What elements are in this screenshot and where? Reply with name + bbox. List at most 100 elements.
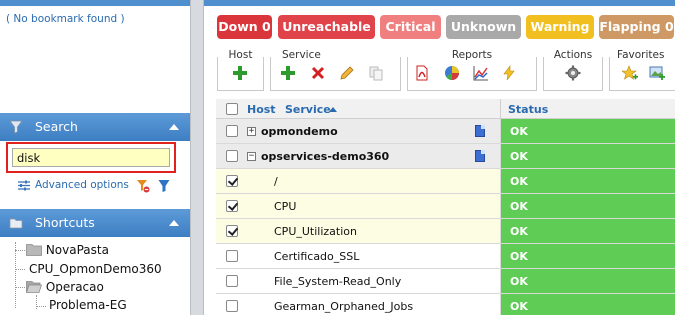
shortcuts-panel-header[interactable]: Shortcuts: [0, 209, 190, 237]
search-panel-title: Search: [35, 119, 78, 134]
row-checkbox[interactable]: [226, 150, 238, 162]
clear-filter-icon[interactable]: [136, 179, 150, 193]
add-icon: [233, 66, 247, 80]
toolbar-group-label: Reports: [451, 49, 493, 61]
flapping-badge[interactable]: Flapping 0: [599, 15, 674, 39]
critical-badge[interactable]: Critical 0: [380, 15, 441, 58]
status-text: OK: [510, 300, 528, 313]
line-chart-icon: [473, 66, 488, 81]
lightning-icon: [503, 65, 515, 81]
service-row[interactable]: Gearman_Orphaned_Jobs OK: [216, 294, 675, 315]
toolbar-group-actions: Actions: [543, 47, 603, 92]
service-row[interactable]: File_System-Read_Only OK: [216, 269, 675, 294]
toolbar-group-label: Favorites: [617, 49, 665, 61]
service-row[interactable]: Certificado_SSL OK: [216, 244, 675, 269]
flapping-badge-label: Flapping 0: [599, 19, 674, 34]
status-cell: OK: [501, 119, 675, 143]
advanced-options-row: Advanced options: [18, 178, 183, 194]
expand-toggle-icon[interactable]: +: [247, 127, 256, 136]
service-row[interactable]: / OK: [216, 169, 675, 194]
unknown-badge[interactable]: Unknown 0: [446, 15, 521, 58]
search-input[interactable]: [12, 148, 170, 167]
toolbar-group-label: Service: [282, 49, 321, 61]
add-favorite-image-button[interactable]: [647, 63, 667, 83]
tree-node-novapasta[interactable]: NovaPasta: [26, 243, 109, 257]
column-header-status[interactable]: Status: [508, 103, 548, 116]
host-notes-icon[interactable]: [475, 150, 485, 162]
column-header-host[interactable]: Host: [247, 103, 276, 116]
host-group-row[interactable]: + opmondemo OK: [216, 119, 675, 144]
down-badge[interactable]: Down 0: [217, 15, 272, 39]
add-host-button[interactable]: [230, 63, 250, 83]
edit-service-button[interactable]: [337, 63, 357, 83]
tree-node-label: CPU_OpmonDemo360: [29, 262, 162, 276]
column-header-service[interactable]: Service: [285, 103, 331, 116]
row-checkbox[interactable]: [226, 200, 238, 212]
advanced-options-link[interactable]: Advanced options: [35, 179, 129, 191]
tree-line: [15, 269, 25, 270]
delete-service-button[interactable]: [308, 63, 328, 83]
select-all-checkbox[interactable]: [226, 103, 238, 115]
row-checkbox[interactable]: [226, 225, 238, 237]
service-name: /: [274, 175, 278, 188]
host-group-row[interactable]: − opservices-demo360 OK: [216, 144, 675, 169]
row-checkbox[interactable]: [226, 300, 238, 312]
row-checkbox[interactable]: [226, 175, 238, 187]
column-divider: [500, 99, 501, 119]
host-notes-icon[interactable]: [475, 125, 485, 137]
line-chart-report-button[interactable]: [471, 63, 491, 83]
status-cell: OK: [501, 294, 675, 315]
status-cell: OK: [501, 269, 675, 293]
bookmarks-panel-header: [0, 0, 190, 6]
star-add-icon: [622, 65, 638, 80]
status-cell: OK: [501, 244, 675, 268]
lightning-report-button[interactable]: [499, 63, 519, 83]
status-text: OK: [510, 275, 528, 288]
shortcuts-folder-icon: [9, 218, 23, 229]
tree-node-problema-eg[interactable]: Problema-EG: [49, 298, 127, 312]
toolbar-group-label: Host: [228, 49, 253, 61]
tree-node-label: Problema-EG: [49, 298, 127, 312]
status-text: OK: [510, 150, 528, 163]
row-checkbox[interactable]: [226, 250, 238, 262]
no-bookmark-text: ( No bookmark found ): [6, 13, 125, 25]
row-checkbox[interactable]: [226, 125, 238, 137]
collapse-toggle-icon[interactable]: −: [247, 152, 256, 161]
add-favorite-button[interactable]: [620, 63, 640, 83]
toolbar-group-reports: Reports: [407, 47, 537, 92]
search-panel-header[interactable]: Search: [0, 113, 190, 141]
actions-button[interactable]: [563, 63, 583, 83]
grid-header: Host Service Status: [216, 99, 675, 119]
image-add-icon: [649, 66, 665, 80]
service-row[interactable]: CPU_Utilization OK: [216, 219, 675, 244]
toolbar-group-favorites: Favorites: [609, 47, 675, 92]
gear-icon: [565, 65, 581, 81]
down-badge-label: Down 0: [218, 19, 271, 34]
unreachable-badge[interactable]: Unreachable 0: [278, 15, 375, 58]
toolbar-group-label: Actions: [553, 49, 593, 61]
row-checkbox[interactable]: [226, 275, 238, 287]
shortcuts-panel-title: Shortcuts: [35, 215, 95, 230]
tree-node-cpu-opmondemo360[interactable]: CPU_OpmonDemo360: [29, 262, 162, 276]
edit-icon: [340, 66, 354, 80]
panel-splitter[interactable]: [190, 0, 204, 315]
service-row[interactable]: CPU OK: [216, 194, 675, 219]
delete-icon: [311, 66, 325, 80]
tree-node-operacao[interactable]: Operacao: [25, 280, 104, 294]
service-name: CPU: [274, 200, 297, 213]
apply-filter-icon[interactable]: [158, 179, 170, 193]
pdf-report-button[interactable]: [412, 63, 432, 83]
status-text: OK: [510, 175, 528, 188]
collapse-caret-icon[interactable]: [169, 124, 179, 130]
search-field-highlight: [6, 142, 176, 173]
toolbar-group-host: Host: [217, 47, 264, 92]
folder-icon: [26, 244, 42, 256]
pie-chart-report-button[interactable]: [442, 63, 462, 83]
warning-badge[interactable]: Warning 0: [526, 15, 594, 58]
add-service-button[interactable]: [278, 63, 298, 83]
main-panel: Down 0 Unreachable 0 Critical 0 Unknown …: [204, 0, 675, 315]
status-cell: OK: [501, 219, 675, 243]
collapse-caret-icon[interactable]: [169, 220, 179, 226]
host-name: opmondemo: [261, 125, 338, 138]
copy-service-button[interactable]: [366, 63, 386, 83]
